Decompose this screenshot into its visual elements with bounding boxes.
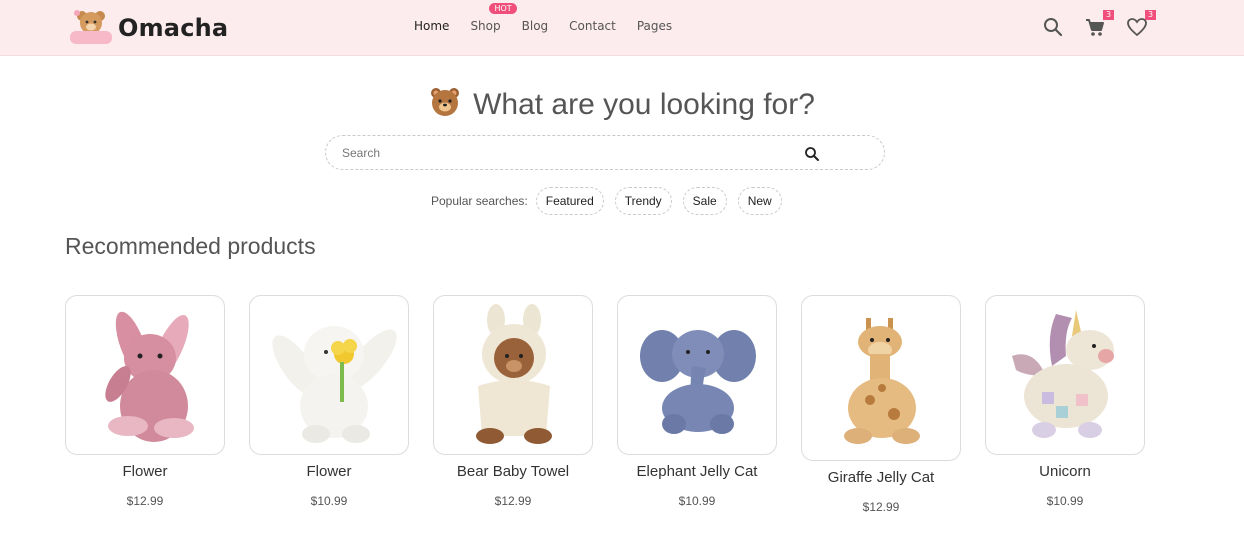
search-input[interactable] xyxy=(342,145,792,160)
product-name[interactable]: Flower xyxy=(249,463,409,480)
product-image[interactable] xyxy=(249,295,409,455)
wishlist-button[interactable]: 3 xyxy=(1126,10,1156,38)
product-name[interactable]: Unicorn xyxy=(985,463,1145,480)
product-price: $12.99 xyxy=(862,500,900,514)
product-price: $12.99 xyxy=(126,494,164,508)
product-card[interactable]: Elephant Jelly Cat $10.99 xyxy=(617,295,777,508)
nav-contact[interactable]: Contact xyxy=(569,19,616,33)
chip-featured[interactable]: Featured xyxy=(535,187,604,215)
logo[interactable]: Omacha xyxy=(68,7,228,49)
search-title: What are you looking for? xyxy=(473,87,815,121)
product-price: $10.99 xyxy=(678,494,716,508)
product-image[interactable] xyxy=(617,295,777,455)
product-card[interactable]: Bear Baby Towel $12.99 xyxy=(433,295,593,508)
popular-searches: Popular searches: Featured Trendy Sale N… xyxy=(431,187,793,215)
product-card[interactable]: Giraffe Jelly Cat $12.99 xyxy=(801,295,961,514)
wishlist-count-badge: 3 xyxy=(1145,10,1156,20)
logo-text: Omacha xyxy=(118,14,229,42)
nav-shop[interactable]: HOT Shop xyxy=(470,3,517,33)
recommended-title: Recommended products xyxy=(65,233,316,259)
product-card[interactable]: Flower $10.99 xyxy=(249,295,409,508)
search-bar xyxy=(325,135,885,170)
product-image[interactable] xyxy=(985,295,1145,455)
main-nav: Home HOT Shop Blog Contact Pages xyxy=(414,3,693,33)
nav-blog[interactable]: Blog xyxy=(522,19,549,33)
chip-sale[interactable]: Sale xyxy=(682,187,727,215)
product-image[interactable] xyxy=(801,295,961,461)
nav-shop-label: Shop xyxy=(470,19,501,33)
product-price: $10.99 xyxy=(1046,494,1084,508)
nav-pages[interactable]: Pages xyxy=(637,19,672,33)
product-card[interactable]: Flower $12.99 xyxy=(65,295,225,508)
product-name[interactable]: Flower xyxy=(65,463,225,480)
product-name[interactable]: Giraffe Jelly Cat xyxy=(801,469,961,486)
popular-searches-label: Popular searches: xyxy=(431,194,528,208)
search-heading: What are you looking for? xyxy=(0,86,1244,126)
chip-trendy[interactable]: Trendy xyxy=(614,187,672,215)
search-icon[interactable] xyxy=(1042,16,1064,38)
product-name[interactable]: Bear Baby Towel xyxy=(433,463,593,480)
product-price: $10.99 xyxy=(310,494,348,508)
nav-home[interactable]: Home xyxy=(414,19,449,33)
hot-badge: HOT xyxy=(489,3,517,14)
logo-bear-icon xyxy=(68,7,114,49)
header-actions: 3 3 xyxy=(1022,10,1156,38)
site-header: Omacha Home HOT Shop Blog Contact Pages … xyxy=(0,0,1244,56)
cart-count-badge: 3 xyxy=(1103,10,1114,20)
cart-button[interactable]: 3 xyxy=(1084,10,1114,38)
product-price: $12.99 xyxy=(494,494,532,508)
product-card[interactable]: Unicorn $10.99 xyxy=(985,295,1145,508)
search-submit-icon[interactable] xyxy=(804,146,820,162)
product-image[interactable] xyxy=(65,295,225,455)
product-image[interactable] xyxy=(433,295,593,455)
chip-new[interactable]: New xyxy=(737,187,782,215)
product-name[interactable]: Elephant Jelly Cat xyxy=(617,463,777,480)
bear-face-icon xyxy=(429,86,461,126)
